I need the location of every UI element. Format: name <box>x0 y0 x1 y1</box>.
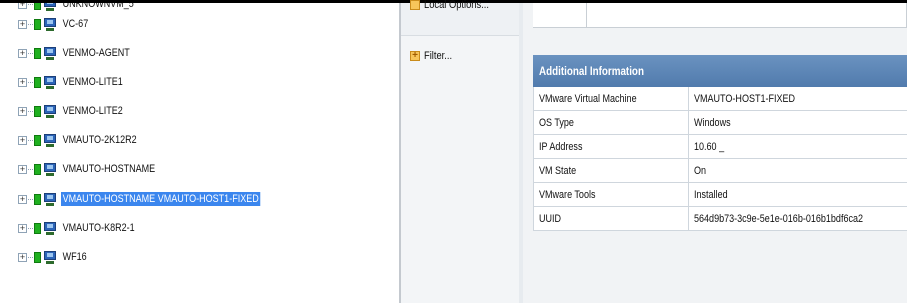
tree-connector <box>28 198 33 200</box>
tree-connector <box>28 110 33 112</box>
status-green-icon <box>34 105 41 117</box>
tree-item[interactable]: + VC-67 <box>18 14 96 34</box>
vm-monitor-icon <box>44 221 56 235</box>
info-row: IP Address 10.60 _ <box>534 135 907 159</box>
expand-icon[interactable]: + <box>18 48 27 58</box>
expand-icon[interactable]: + <box>18 3 27 9</box>
tree-item-label: VC-67 <box>62 18 89 30</box>
tree-item-label: VENMO-LITE2 <box>62 105 123 117</box>
vm-monitor-icon <box>44 75 56 89</box>
status-green-icon <box>34 193 41 205</box>
tree-connector <box>28 139 33 141</box>
tree-item-selected[interactable]: + VMAUTO-HOSTNAME VMAUTO-HOST1-FIXED <box>18 189 304 209</box>
additional-information-title: Additional Information <box>539 64 644 78</box>
tree-item-label: VMAUTO-2K12R2 <box>62 134 137 146</box>
info-value: Windows <box>694 116 731 129</box>
status-green-icon <box>34 222 41 234</box>
tree-item[interactable]: + UNKNOWNVM_5 <box>18 3 152 14</box>
tree-item[interactable]: + VMAUTO-2K12R2 <box>18 130 155 150</box>
tree-connector <box>28 256 33 258</box>
tree-connector <box>28 3 33 5</box>
additional-information-header: Additional Information <box>533 55 907 87</box>
status-green-icon <box>34 251 41 263</box>
info-value: Installed <box>694 188 728 201</box>
info-key: OS Type <box>539 116 574 129</box>
details-panel: Additional Information VMware Virtual Ma… <box>523 3 907 303</box>
vm-monitor-icon <box>44 17 56 31</box>
info-key: VMware Tools <box>539 188 596 201</box>
info-value: VMAUTO-HOST1-FIXED <box>694 92 796 105</box>
tree-connector <box>28 168 33 170</box>
status-green-icon <box>34 163 41 175</box>
filter-action[interactable]: + Filter... <box>410 50 457 62</box>
tree-item-label: WF16 <box>62 251 87 263</box>
status-green-icon <box>34 47 41 59</box>
info-key: VM State <box>539 164 577 177</box>
expand-icon[interactable]: + <box>18 19 27 29</box>
filter-label: Filter... <box>424 50 453 62</box>
info-row: VMware Tools Installed <box>534 183 907 207</box>
vm-monitor-icon <box>44 162 56 176</box>
status-green-icon <box>34 134 41 146</box>
info-row: UUID 564d9b73-3c9e-5e1e-016b-016b1bdf6ca… <box>534 207 907 231</box>
additional-information-table: Additional Information VMware Virtual Ma… <box>533 55 907 231</box>
info-value: 564d9b73-3c9e-5e1e-016b-016b1bdf6ca2 <box>694 212 864 225</box>
tree-item-label: VMAUTO-HOSTNAME VMAUTO-HOST1-FIXED <box>61 192 261 206</box>
tree-connector <box>28 227 33 229</box>
tree-item[interactable]: + VMAUTO-HOSTNAME <box>18 159 178 179</box>
status-green-icon <box>34 3 41 10</box>
info-key: UUID <box>539 212 562 225</box>
expand-icon[interactable]: + <box>18 194 27 204</box>
tree-item[interactable]: + VENMO-AGENT <box>18 43 147 63</box>
tree-item-label: VMAUTO-K8R2-1 <box>62 222 135 234</box>
tree-item-label: VENMO-LITE1 <box>62 76 123 88</box>
tree-item[interactable]: + VENMO-LITE2 <box>18 101 138 121</box>
expand-icon[interactable]: + <box>18 106 27 116</box>
options-icon <box>410 0 420 10</box>
local-options-action[interactable]: Local Options... <box>410 0 500 11</box>
info-key: IP Address <box>539 140 583 153</box>
expand-icon[interactable]: + <box>18 252 27 262</box>
info-key: VMware Virtual Machine <box>539 92 637 105</box>
vm-monitor-icon <box>44 250 56 264</box>
status-green-icon <box>34 76 41 88</box>
tree-connector <box>28 52 33 54</box>
details-toolbar-field[interactable] <box>586 3 907 28</box>
status-green-icon <box>34 18 41 30</box>
tree-item[interactable]: + WF16 <box>18 247 94 267</box>
vm-monitor-icon <box>44 133 56 147</box>
tree-item-label: VENMO-AGENT <box>62 47 130 59</box>
vm-monitor-icon <box>44 192 56 206</box>
info-row: VM State On <box>534 159 907 183</box>
expand-icon[interactable]: + <box>18 223 27 233</box>
actions-panel: Local Options... + Filter... <box>401 0 519 303</box>
expand-icon[interactable]: + <box>18 164 27 174</box>
tree-connector <box>28 23 33 25</box>
vm-tree[interactable]: + UNKNOWNVM_5 + VC-67 + VENMO-AGENT + VE… <box>0 3 400 303</box>
info-row: OS Type Windows <box>534 111 907 135</box>
vm-monitor-icon <box>44 3 56 11</box>
vm-monitor-icon <box>44 46 56 60</box>
tree-connector <box>28 81 33 83</box>
tree-item-label: VMAUTO-HOSTNAME <box>62 163 156 175</box>
info-value: 10.60 _ <box>694 140 725 153</box>
tree-item[interactable]: + VMAUTO-K8R2-1 <box>18 218 153 238</box>
details-tab[interactable] <box>533 3 586 28</box>
tree-item-label: UNKNOWNVM_5 <box>62 3 134 10</box>
vm-monitor-icon <box>44 104 56 118</box>
expand-icon[interactable]: + <box>18 77 27 87</box>
tree-item[interactable]: + VENMO-LITE1 <box>18 72 138 92</box>
filter-icon: + <box>410 51 420 61</box>
expand-icon[interactable]: + <box>18 135 27 145</box>
info-row: VMware Virtual Machine VMAUTO-HOST1-FIXE… <box>534 87 907 111</box>
info-value: On <box>694 164 707 177</box>
local-options-label: Local Options... <box>424 0 489 11</box>
